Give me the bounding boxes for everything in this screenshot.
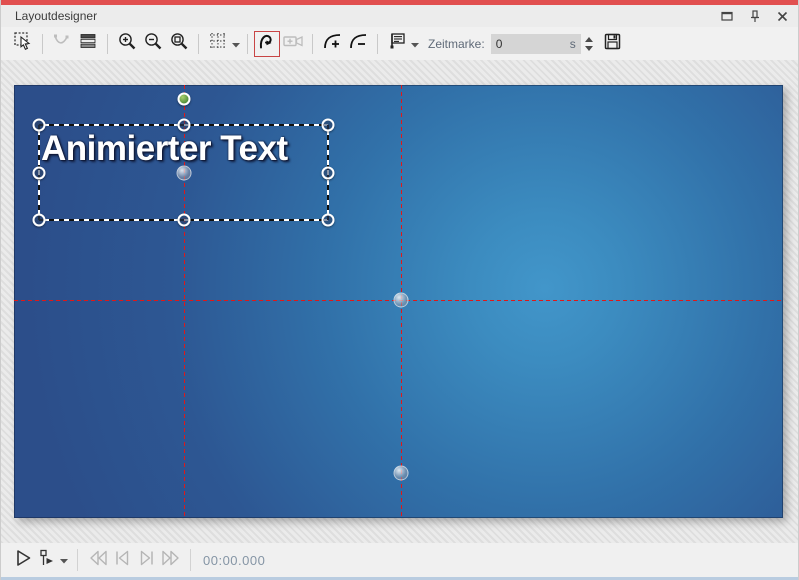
curve-remove-icon (348, 31, 369, 56)
toolbar-separator (107, 34, 108, 54)
layer-bars-icon (78, 31, 98, 56)
window-controls (721, 10, 788, 23)
layoutdesigner-window: Layoutdesigner (0, 0, 799, 580)
dropdown-caret-icon (60, 551, 68, 569)
playback-bar: 00:00.000 (1, 543, 798, 577)
skip-start-button[interactable] (110, 548, 134, 572)
skip-start-icon (114, 550, 131, 571)
zoom-out-button[interactable] (140, 31, 166, 57)
save-icon (603, 32, 622, 56)
resize-handle-bottom-center[interactable] (177, 214, 190, 227)
play-icon (15, 549, 32, 572)
restore-icon[interactable] (721, 10, 733, 22)
toolbar-separator (377, 34, 378, 54)
zeitmarke-spinner (585, 36, 594, 51)
zeitmarke-label: Zeitmarke: (428, 37, 485, 51)
toolbar-separator (247, 34, 248, 54)
label-flag-dropdown[interactable] (410, 35, 420, 53)
select-tool-icon (13, 31, 33, 56)
resize-handle-bottom-left[interactable] (33, 214, 46, 227)
path-point-handle[interactable] (394, 466, 409, 481)
resize-handle-top-right[interactable] (322, 119, 335, 132)
rewind-button[interactable] (86, 548, 110, 572)
resize-handle-middle-left[interactable] (33, 166, 46, 179)
smooth-path-icon (52, 31, 72, 56)
zoom-out-icon (143, 31, 164, 57)
zeitmarke-input[interactable] (496, 37, 570, 51)
zoom-fit-icon (169, 31, 190, 57)
grid-button[interactable] (205, 31, 231, 57)
toolbar: Zeitmarke: s (1, 27, 798, 60)
spinner-down[interactable] (585, 45, 594, 51)
zoom-fit-button[interactable] (166, 31, 192, 57)
zeitmarke-unit: s (570, 37, 576, 51)
play-button[interactable] (11, 548, 35, 572)
resize-handle-top-left[interactable] (33, 119, 46, 132)
toolbar-separator (312, 34, 313, 54)
camera-icon (282, 31, 305, 56)
element-center-handle[interactable] (176, 165, 191, 180)
zeitmarke-field: s (491, 34, 581, 54)
toolbar-separator (198, 34, 199, 54)
label-flag-icon (387, 31, 407, 56)
dropdown-caret-icon (411, 35, 419, 53)
grid-icon (208, 31, 228, 56)
fast-forward-icon (161, 550, 180, 571)
playbar-separator (77, 549, 78, 571)
workspace: Animierter Text (1, 60, 798, 543)
canvas-center-handle[interactable] (394, 293, 409, 308)
play-options-dropdown[interactable] (59, 551, 69, 569)
motion-path-icon (257, 31, 277, 56)
smooth-path-button[interactable] (49, 31, 75, 57)
select-tool-button[interactable] (10, 31, 36, 57)
text-element[interactable]: Animierter Text (39, 125, 328, 220)
motion-path-button[interactable] (254, 31, 280, 57)
text-element-content[interactable]: Animierter Text (41, 129, 288, 169)
grid-dropdown[interactable] (231, 35, 241, 53)
rotation-handle[interactable] (177, 93, 190, 106)
skip-end-icon (138, 550, 155, 571)
playbar-separator (190, 549, 191, 571)
toolbar-separator (42, 34, 43, 54)
zoom-in-button[interactable] (114, 31, 140, 57)
label-flag-button[interactable] (384, 31, 410, 57)
pin-icon[interactable] (749, 10, 761, 23)
save-button[interactable] (600, 31, 626, 57)
skip-end-button[interactable] (134, 548, 158, 572)
curve-remove-button[interactable] (345, 31, 371, 57)
window-title: Layoutdesigner (15, 9, 721, 23)
titlebar: Layoutdesigner (1, 5, 798, 27)
play-from-marker-icon (38, 549, 56, 572)
fast-forward-button[interactable] (158, 548, 182, 572)
close-icon[interactable] (777, 11, 788, 22)
layer-bars-button[interactable] (75, 31, 101, 57)
dropdown-caret-icon (232, 35, 240, 53)
rewind-icon (89, 550, 108, 571)
play-from-marker-button[interactable] (35, 548, 59, 572)
curve-add-icon (322, 31, 343, 56)
resize-handle-bottom-right[interactable] (322, 214, 335, 227)
zoom-in-icon (117, 31, 138, 57)
design-canvas[interactable]: Animierter Text (14, 85, 783, 518)
camera-button[interactable] (280, 31, 306, 57)
resize-handle-middle-right[interactable] (322, 166, 335, 179)
spinner-up[interactable] (585, 36, 594, 42)
resize-handle-top-center[interactable] (177, 119, 190, 132)
time-display: 00:00.000 (203, 553, 265, 568)
curve-add-button[interactable] (319, 31, 345, 57)
